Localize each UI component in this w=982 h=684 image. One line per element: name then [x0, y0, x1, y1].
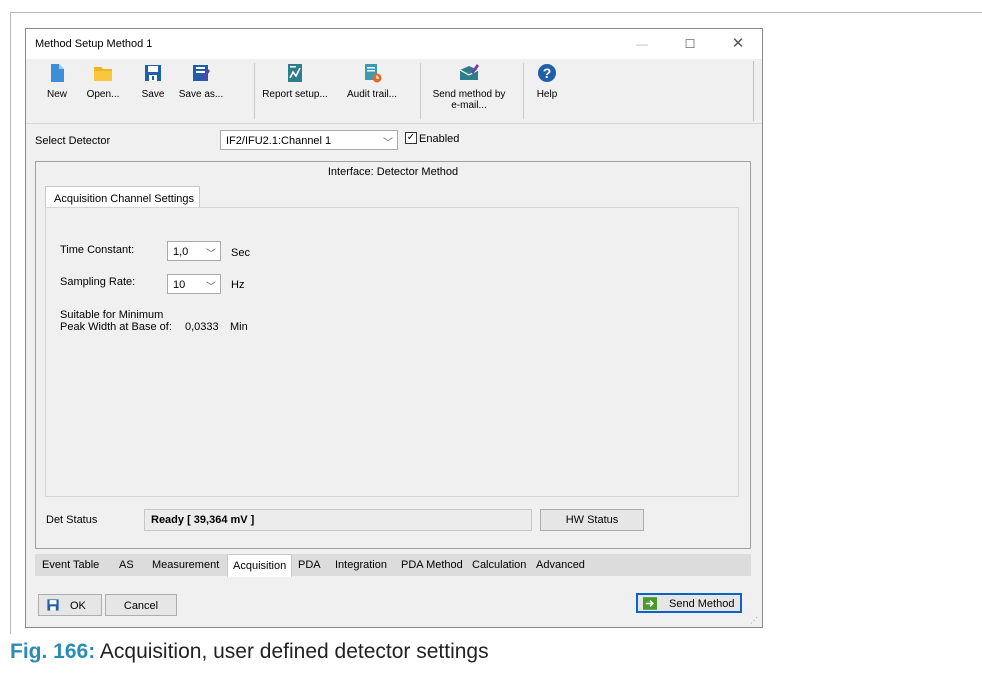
send-method-email-line1: Send method by: [432, 89, 506, 100]
page-rule-left: [10, 12, 11, 634]
send-method-label: Send Method: [669, 598, 735, 610]
report-setup-label: Report setup...: [262, 89, 328, 100]
toolbar-separator: [254, 63, 255, 119]
chevron-down-icon: ﹀: [383, 138, 393, 149]
toolbar-separator: [420, 63, 421, 119]
tab-integration[interactable]: Integration: [335, 559, 387, 571]
sampling-rate-select[interactable]: 10 ﹀: [167, 274, 221, 294]
time-constant-value: 1,0: [173, 246, 189, 258]
cancel-button[interactable]: Cancel: [105, 594, 177, 616]
window-title: Method Setup Method 1: [35, 38, 153, 50]
floppy-disk-icon: [145, 65, 161, 81]
suitable-for-minimum-label: Suitable for Minimum: [60, 309, 164, 321]
audit-trail-label: Audit trail...: [346, 89, 398, 100]
tab-acquisition-channel-settings[interactable]: Acquisition Channel Settings: [45, 186, 200, 208]
select-detector-row: Select Detector IF2/IFU2.1:Channel 1 ﹀ ✓…: [26, 127, 762, 151]
close-button[interactable]: ✕: [718, 33, 758, 55]
save-as-icon: [193, 65, 210, 81]
title-bar: Method Setup Method 1 — ☐ ✕: [26, 29, 762, 59]
send-method-email-button[interactable]: Send method by e-mail...: [424, 63, 514, 119]
time-constant-label: Time Constant:: [60, 244, 135, 256]
save-as-label: Save as...: [178, 89, 224, 100]
new-button[interactable]: New: [39, 63, 75, 119]
detector-select-value: IF2/IFU2.1:Channel 1: [226, 135, 332, 147]
time-constant-select[interactable]: 1,0 ﹀: [167, 241, 221, 261]
open-button[interactable]: Open...: [81, 63, 125, 119]
figure-caption: Fig. 166: Acquisition, user defined dete…: [10, 640, 489, 664]
minimize-button[interactable]: —: [622, 33, 662, 55]
send-method-email-line2: e-mail...: [451, 100, 487, 111]
enabled-label: Enabled: [419, 133, 460, 145]
tab-pda[interactable]: PDA: [298, 559, 321, 571]
page-rule-top: [10, 12, 982, 13]
detector-select[interactable]: IF2/IFU2.1:Channel 1 ﹀: [220, 130, 398, 150]
detector-method-panel: Interface: Detector Method Acquisition C…: [35, 161, 751, 549]
new-document-icon: [51, 64, 64, 82]
select-detector-label: Select Detector: [35, 135, 111, 147]
toolbar: New Open... Save Save as... Report setup…: [26, 59, 762, 124]
panel-title: Interface: Detector Method: [327, 166, 459, 178]
acquisition-channel-settings-content: Time Constant: 1,0 ﹀ Sec Sampling Rate: …: [45, 207, 739, 497]
peak-width-label: Peak Width at Base of:: [60, 321, 172, 333]
email-send-icon: [459, 64, 479, 80]
maximize-button[interactable]: ☐: [670, 33, 710, 55]
tab-acquisition[interactable]: Acquisition: [227, 554, 293, 577]
open-label: Open...: [86, 89, 120, 100]
tab-measurement[interactable]: Measurement: [152, 559, 219, 571]
tab-advanced[interactable]: Advanced: [536, 559, 585, 571]
toolbar-separator: [523, 63, 524, 119]
svg-text:?: ?: [543, 65, 552, 81]
det-status-value: Ready [ 39,364 mV ]: [144, 509, 532, 531]
tab-pda-method[interactable]: PDA Method: [401, 559, 463, 571]
sampling-rate-unit: Hz: [231, 279, 245, 291]
tab-event-table[interactable]: Event Table: [42, 559, 99, 571]
method-setup-window: Method Setup Method 1 — ☐ ✕ New Open...: [25, 28, 763, 628]
folder-icon: [94, 67, 112, 81]
save-label: Save: [141, 89, 165, 100]
chevron-down-icon: ﹀: [206, 282, 216, 293]
report-setup-button[interactable]: Report setup...: [261, 63, 329, 119]
hw-status-button[interactable]: HW Status: [540, 509, 644, 531]
report-chart-icon: [288, 64, 302, 82]
method-tabs: Event Table AS Measurement Acquisition P…: [35, 554, 751, 577]
peak-width-value: 0,0333: [185, 321, 219, 333]
help-icon: ?: [538, 64, 556, 82]
figure-caption-text: Acquisition, user defined detector setti…: [99, 640, 489, 663]
sampling-rate-label: Sampling Rate:: [60, 276, 136, 288]
tab-calculation[interactable]: Calculation: [472, 559, 526, 571]
send-method-email-label: Send method by e-mail...: [424, 89, 514, 111]
resize-grip-icon[interactable]: ⋰: [750, 616, 758, 625]
send-method-button[interactable]: Send Method: [636, 593, 742, 613]
sampling-rate-value: 10: [173, 279, 186, 291]
ok-label: OK: [70, 600, 86, 612]
tab-as[interactable]: AS: [119, 559, 134, 571]
help-button[interactable]: ? Help: [532, 63, 562, 119]
toolbar-edge: [753, 61, 754, 121]
audit-trail-icon: [365, 64, 382, 83]
enabled-checkbox[interactable]: ✓: [405, 132, 417, 144]
det-status-label: Det Status: [46, 514, 98, 526]
ok-button[interactable]: OK: [38, 594, 102, 616]
send-arrow-icon: [643, 597, 657, 610]
floppy-disk-icon: [47, 599, 59, 611]
save-button[interactable]: Save: [136, 63, 170, 119]
save-as-button[interactable]: Save as...: [176, 63, 226, 119]
time-constant-unit: Sec: [231, 247, 250, 259]
help-label: Help: [536, 89, 558, 100]
new-label: New: [46, 89, 67, 100]
peak-width-unit: Min: [230, 321, 248, 333]
figure-number: Fig. 166:: [10, 640, 96, 663]
audit-trail-button[interactable]: Audit trail...: [346, 63, 398, 119]
chevron-down-icon: ﹀: [206, 249, 216, 260]
